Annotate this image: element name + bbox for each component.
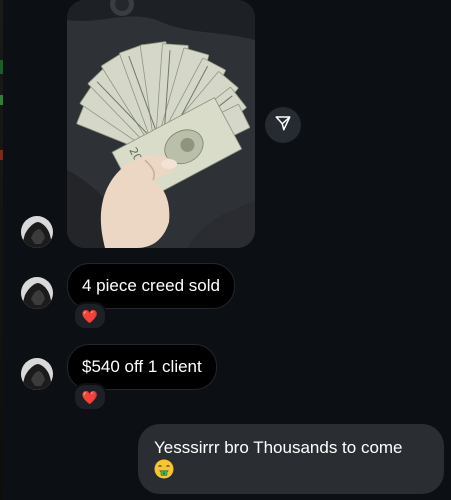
avatar[interactable] [21,358,53,390]
avatar[interactable] [21,277,53,309]
share-button[interactable] [265,107,301,143]
message-text: Yesssirrr bro Thousands to come [154,438,403,457]
image-message[interactable]: 20 [67,0,255,248]
message-text: 4 piece creed sold [82,276,220,295]
left-edge [0,0,3,500]
reaction-badge[interactable]: ❤️ [73,302,107,330]
svg-text:$: $ [163,471,166,477]
money-mouth-face-icon: $ [154,459,174,479]
avatar[interactable] [21,216,53,248]
profile-avatar-icon [21,358,53,390]
profile-avatar-icon [21,216,53,248]
paper-plane-icon [274,114,292,137]
reaction-badge[interactable]: ❤️ [73,383,107,411]
message-text: $540 off 1 client [82,357,202,376]
money-photo: 20 [67,0,255,248]
heart-reaction-icon: ❤️ [81,308,99,324]
chat-thread: 20 4 piece creed sold ❤️ $540 off 1 clie… [0,0,451,500]
heart-reaction-icon: ❤️ [81,389,99,405]
outgoing-message-bubble[interactable]: Yesssirrr bro Thousands to come $ [138,424,444,494]
profile-avatar-icon [21,277,53,309]
